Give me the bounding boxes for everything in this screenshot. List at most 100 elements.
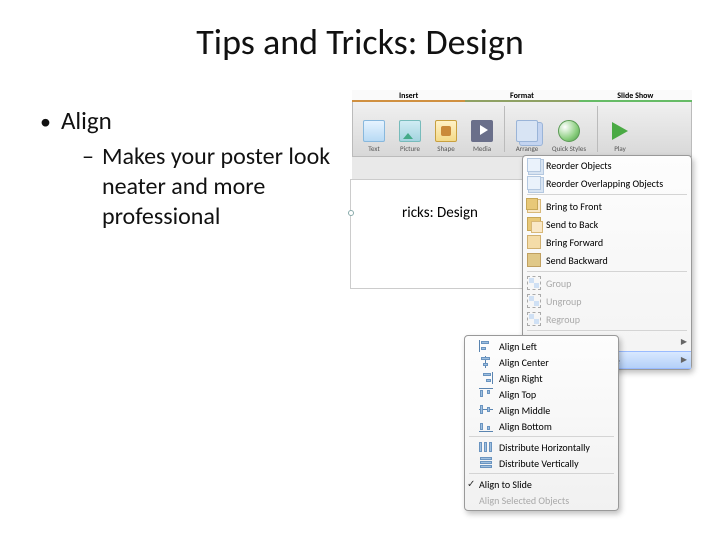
regroup-icon bbox=[527, 312, 541, 326]
ribbon-media-label: Media bbox=[473, 144, 491, 153]
menu-send-backward[interactable]: Send Backward bbox=[523, 251, 691, 269]
menu-label: Send to Back bbox=[546, 218, 598, 231]
submenu-arrow-icon: ▶ bbox=[681, 337, 687, 347]
shape-icon bbox=[435, 120, 457, 142]
ribbon-text-button[interactable]: Text bbox=[357, 104, 391, 154]
menu-separator bbox=[469, 436, 614, 437]
menu-align-center[interactable]: Align Center bbox=[465, 354, 618, 370]
ribbon-arrange-button[interactable]: Arrange bbox=[510, 104, 544, 154]
ribbon-picture-label: Picture bbox=[400, 144, 420, 153]
menu-label: Reorder Overlapping Objects bbox=[546, 177, 663, 190]
menu-label: Align to Slide bbox=[479, 478, 532, 491]
bullet1-text: Align bbox=[61, 105, 112, 136]
ribbon-arrange-label: Arrange bbox=[516, 144, 539, 153]
ribbon-quickstyles-button[interactable]: Quick Styles bbox=[546, 104, 592, 154]
menu-label: Align Center bbox=[499, 356, 549, 369]
menu-send-to-back[interactable]: Send to Back bbox=[523, 215, 691, 233]
send-backward-icon bbox=[527, 253, 541, 267]
menu-align-to-slide[interactable]: ✓ Align to Slide bbox=[465, 476, 618, 492]
ribbon-media-button[interactable]: Media bbox=[465, 104, 499, 154]
bring-forward-icon bbox=[527, 235, 541, 249]
menu-align-selected-objects: Align Selected Objects bbox=[465, 492, 618, 508]
menu-label: Align Top bbox=[499, 388, 536, 401]
menu-reorder-objects[interactable]: Reorder Objects bbox=[523, 156, 691, 174]
menu-align-middle[interactable]: Align Middle bbox=[465, 402, 618, 418]
slide-title: Tips and Tricks: Design bbox=[0, 0, 720, 64]
ribbon-shape-button[interactable]: Shape bbox=[429, 104, 463, 154]
menu-align-right[interactable]: Align Right bbox=[465, 370, 618, 386]
menu-label: Send Backward bbox=[546, 254, 608, 267]
menu-label: Align Right bbox=[499, 372, 543, 385]
tab-insert[interactable]: Insert bbox=[352, 90, 465, 102]
align-left-icon bbox=[479, 340, 493, 352]
bring-front-icon bbox=[527, 199, 541, 213]
picture-icon bbox=[399, 120, 421, 142]
group-icon bbox=[527, 276, 541, 290]
textbox-icon bbox=[363, 120, 385, 142]
tab-format[interactable]: Format bbox=[465, 90, 578, 102]
send-back-icon bbox=[527, 217, 541, 231]
play-icon bbox=[609, 120, 631, 142]
bullet-level1: • Align bbox=[40, 105, 350, 136]
body-text: • Align – Makes your poster look neater … bbox=[40, 105, 350, 232]
menu-separator bbox=[527, 330, 687, 331]
ribbon-divider bbox=[597, 106, 598, 152]
menu-separator bbox=[527, 271, 687, 272]
menu-reorder-overlapping[interactable]: Reorder Overlapping Objects bbox=[523, 174, 691, 192]
submenu-arrow-icon: ▶ bbox=[681, 355, 687, 365]
menu-ungroup: Ungroup bbox=[523, 292, 691, 310]
powerpoint-screenshot: Insert Format Slide Show Text Picture Sh… bbox=[352, 90, 692, 510]
menu-label: Bring to Front bbox=[546, 200, 602, 213]
menu-group: Group bbox=[523, 274, 691, 292]
reorder-overlap-icon bbox=[527, 176, 541, 190]
menu-align-top[interactable]: Align Top bbox=[465, 386, 618, 402]
ribbon-quickstyles-label: Quick Styles bbox=[552, 144, 586, 153]
distribute-h-icon bbox=[479, 441, 493, 453]
ribbon-shape-label: Shape bbox=[437, 144, 454, 153]
distribute-v-icon bbox=[479, 457, 493, 469]
ribbon-play-button[interactable]: Play bbox=[603, 104, 637, 154]
media-icon bbox=[471, 120, 493, 142]
tab-slideshow[interactable]: Slide Show bbox=[579, 90, 692, 102]
ribbon-divider bbox=[504, 106, 505, 152]
menu-label: Regroup bbox=[546, 313, 580, 326]
align-center-icon bbox=[479, 356, 493, 368]
menu-distribute-horizontally[interactable]: Distribute Horizontally bbox=[465, 439, 618, 455]
menu-label: Align Middle bbox=[499, 404, 550, 417]
bullet-level2: – Makes your poster look neater and more… bbox=[82, 142, 350, 232]
menu-align-bottom[interactable]: Align Bottom bbox=[465, 418, 618, 434]
menu-label: Bring Forward bbox=[546, 236, 603, 249]
menu-bring-forward[interactable]: Bring Forward bbox=[523, 233, 691, 251]
menu-align-left[interactable]: Align Left bbox=[465, 338, 618, 354]
menu-label: Align Bottom bbox=[499, 420, 552, 433]
menu-separator bbox=[469, 473, 614, 474]
checkmark-icon: ✓ bbox=[467, 477, 475, 490]
mini-slide: ricks: Design bbox=[350, 179, 530, 289]
ribbon-play-label: Play bbox=[614, 144, 626, 153]
menu-label: Align Selected Objects bbox=[479, 494, 569, 507]
bullet2-text: Makes your poster look neater and more p… bbox=[102, 142, 350, 232]
ribbon-tabs: Insert Format Slide Show bbox=[352, 90, 692, 102]
quickstyles-icon bbox=[558, 120, 580, 142]
mini-slide-title: ricks: Design bbox=[351, 204, 529, 222]
menu-label: Group bbox=[546, 277, 571, 290]
menu-bring-to-front[interactable]: Bring to Front bbox=[523, 197, 691, 215]
align-right-icon bbox=[479, 372, 493, 384]
ribbon-text-label: Text bbox=[368, 144, 380, 153]
selection-handle-icon[interactable] bbox=[348, 210, 354, 216]
align-bottom-icon bbox=[479, 420, 493, 432]
menu-distribute-vertically[interactable]: Distribute Vertically bbox=[465, 455, 618, 471]
bullet-dash-icon: – bbox=[82, 142, 94, 232]
menu-label: Distribute Horizontally bbox=[499, 441, 590, 454]
menu-label: Ungroup bbox=[546, 295, 581, 308]
align-top-icon bbox=[479, 388, 493, 400]
align-middle-icon bbox=[479, 404, 493, 416]
ribbon-picture-button[interactable]: Picture bbox=[393, 104, 427, 154]
ungroup-icon bbox=[527, 294, 541, 308]
reorder-icon bbox=[527, 158, 541, 172]
align-submenu: Align Left Align Center Align Right Alig… bbox=[464, 335, 619, 511]
menu-regroup: Regroup bbox=[523, 310, 691, 328]
menu-label: Distribute Vertically bbox=[499, 457, 579, 470]
menu-separator bbox=[527, 194, 687, 195]
menu-label: Reorder Objects bbox=[546, 159, 612, 172]
